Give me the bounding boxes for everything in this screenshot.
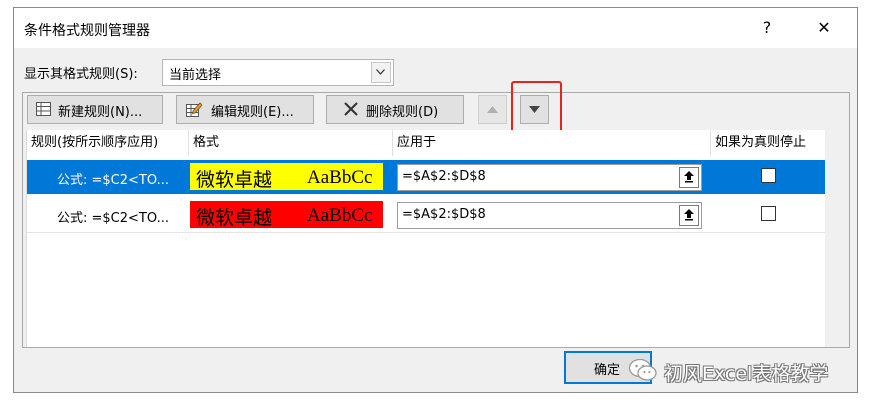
table-row[interactable]: 公式: =$C2<TO... 微软卓越 AaBbCc =$A$2:$D$8 [27, 198, 825, 233]
conditional-format-dialog: 条件格式规则管理器 ? ✕ 显示其格式规则(S): 当前选择 新建规则(N)..… [13, 7, 858, 393]
preview-latin-text: AaBbCc [307, 167, 373, 188]
format-preview: 微软卓越 AaBbCc [190, 201, 383, 229]
title-bar: 条件格式规则管理器 ? ✕ [14, 8, 857, 48]
help-button[interactable]: ? [755, 16, 779, 40]
stop-if-true-checkbox[interactable] [761, 168, 776, 183]
column-header-rule: 规则(按所示顺序应用) [27, 130, 189, 156]
stop-if-true-checkbox[interactable] [761, 206, 776, 221]
move-up-button[interactable] [478, 95, 507, 124]
watermark-text: 初风Excel表格教学 [664, 363, 829, 385]
delete-rule-label: 删除规则(D) [366, 105, 439, 120]
column-header-format: 格式 [189, 130, 393, 156]
applies-to-value: =$A$2:$D$8 [402, 169, 486, 184]
dialog-title: 条件格式规则管理器 [24, 23, 150, 39]
preview-chinese-text: 微软卓越 [196, 169, 273, 191]
column-header-applies-to: 应用于 [393, 130, 711, 156]
rule-description: 公式: =$C2<TO... [57, 211, 169, 226]
edit-rule-button[interactable]: 编辑规则(E)... [176, 95, 314, 124]
upload-arrow-icon [684, 171, 694, 183]
new-rule-icon [36, 102, 51, 116]
format-preview: 微软卓越 AaBbCc [190, 163, 383, 191]
edit-rule-icon [186, 102, 202, 117]
upload-arrow-icon [684, 209, 694, 221]
show-rules-label: 显示其格式规则(S): [24, 67, 138, 82]
show-rules-value: 当前选择 [169, 68, 222, 83]
table-row[interactable]: 公式: =$C2<TO... 微软卓越 AaBbCc =$A$2:$D$8 [27, 160, 825, 194]
applies-to-input[interactable]: =$A$2:$D$8 [397, 164, 702, 191]
applies-to-value: =$A$2:$D$8 [402, 207, 486, 222]
chevron-down-icon[interactable] [371, 62, 391, 83]
ok-label: 确定 [594, 363, 621, 378]
preview-latin-text: AaBbCc [307, 205, 373, 226]
highlight-box [511, 81, 562, 133]
close-button[interactable]: ✕ [812, 16, 836, 40]
rules-table: 规则(按所示顺序应用) 格式 应用于 如果为真则停止 公式: =$C2<TO..… [26, 130, 825, 347]
new-rule-button[interactable]: 新建规则(N)... [27, 95, 163, 124]
applies-to-input[interactable]: =$A$2:$D$8 [397, 202, 702, 229]
collapse-dialog-button[interactable] [679, 167, 699, 188]
delete-x-icon [344, 102, 358, 116]
new-rule-label: 新建规则(N)... [58, 105, 143, 120]
collapse-dialog-button[interactable] [679, 205, 699, 226]
rule-description: 公式: =$C2<TO... [57, 173, 169, 188]
arrow-up-icon [487, 106, 498, 113]
column-header-stop-if-true: 如果为真则停止 [715, 135, 807, 150]
wechat-icon [628, 358, 657, 381]
watermark: 初风Excel表格教学 [628, 354, 858, 388]
preview-chinese-text: 微软卓越 [196, 207, 273, 229]
edit-rule-label: 编辑规则(E)... [211, 105, 294, 120]
delete-rule-button[interactable]: 删除规则(D) [326, 95, 464, 124]
show-rules-dropdown[interactable]: 当前选择 [162, 59, 394, 86]
